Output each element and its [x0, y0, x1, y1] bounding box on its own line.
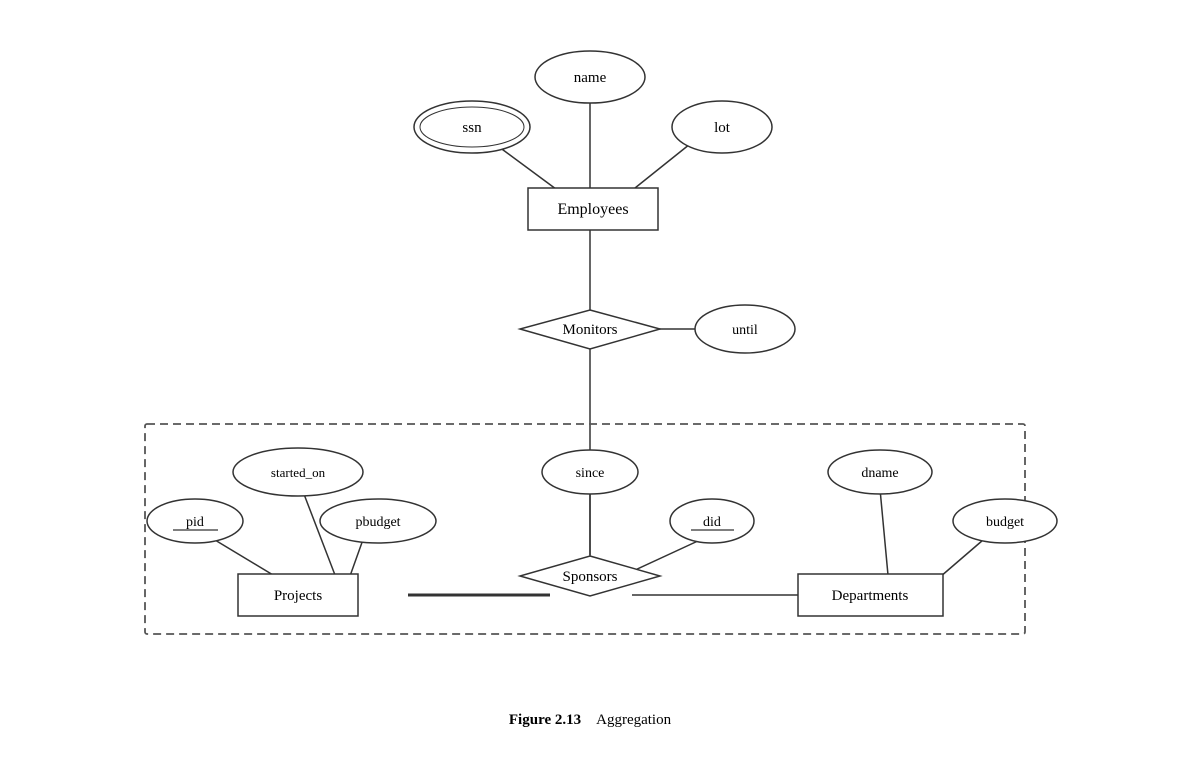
figure-number: Figure 2.13: [509, 712, 581, 728]
attr-dname-label: dname: [861, 466, 898, 481]
diagram-container: name ssn lot Employees Monitors until pi…: [40, 19, 1140, 739]
entity-projects-label: Projects: [274, 588, 322, 604]
figure-caption: Figure 2.13 Aggregation: [509, 712, 671, 729]
attr-did-label: did: [703, 515, 721, 530]
attr-budget-label: budget: [986, 515, 1024, 530]
rel-monitors-label: Monitors: [562, 322, 617, 338]
attr-lot-label: lot: [714, 120, 731, 136]
attr-until-label: until: [732, 323, 758, 338]
attr-name-label: name: [574, 70, 607, 86]
attr-started-on-label: started_on: [271, 465, 326, 480]
attr-pbudget-label: pbudget: [355, 515, 400, 530]
rel-sponsors-label: Sponsors: [562, 569, 617, 585]
figure-description: Aggregation: [596, 712, 671, 728]
attr-pid-label: pid: [186, 515, 204, 530]
entity-departments-label: Departments: [832, 588, 909, 604]
attr-since-label: since: [576, 466, 605, 481]
entity-employees-label: Employees: [557, 201, 628, 218]
attr-ssn-label: ssn: [462, 120, 482, 136]
